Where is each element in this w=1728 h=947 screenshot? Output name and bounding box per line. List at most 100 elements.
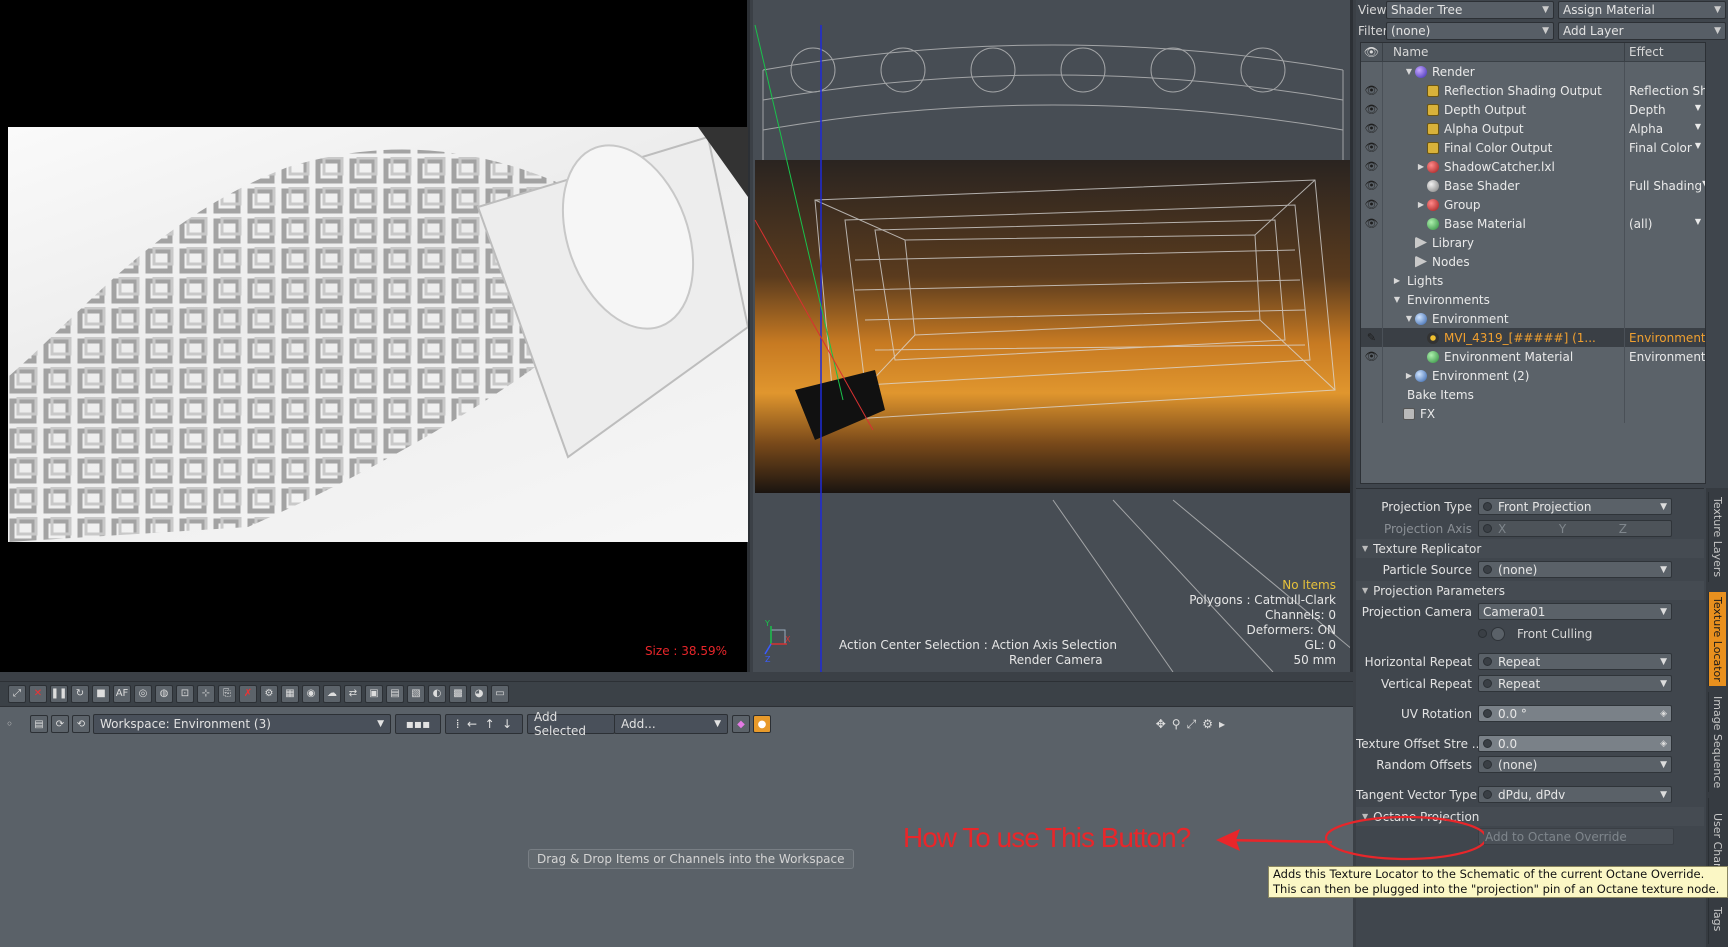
node-diamond-icon[interactable]: ◆: [732, 715, 750, 733]
animate-dot-icon[interactable]: [1483, 739, 1492, 748]
tree-row[interactable]: ▶ Environment (2): [1361, 366, 1705, 385]
tree-row[interactable]: 👁 Environment Material Environment Col...: [1361, 347, 1705, 366]
visibility-column-icon[interactable]: 👁: [1361, 43, 1383, 61]
tree-row[interactable]: 👁 Depth Output Depth ▼: [1361, 100, 1705, 119]
grid-icon[interactable]: ▦: [281, 684, 299, 703]
visibility-off-icon[interactable]: [1361, 309, 1383, 328]
pause-icon[interactable]: ❚❚: [50, 684, 68, 703]
tab-tags[interactable]: Tags: [1708, 894, 1726, 944]
pan-icon[interactable]: ✥: [1156, 717, 1166, 732]
horizontal-repeat-select[interactable]: Repeat ▼: [1478, 653, 1672, 670]
projection-axis-selector[interactable]: X Y Z: [1478, 520, 1672, 537]
animate-dot-icon[interactable]: [1483, 790, 1492, 799]
tree-row-effect[interactable]: Reflection Shadi ...▼: [1625, 84, 1705, 98]
add-layer-button[interactable]: Add Layer ▼: [1558, 22, 1726, 40]
twirl-down-icon[interactable]: ▼: [1403, 314, 1415, 323]
axis-y-option[interactable]: Y: [1559, 522, 1566, 536]
tree-row[interactable]: ▼ Environments: [1361, 290, 1705, 309]
clipboard-icon[interactable]: ▭: [491, 684, 509, 703]
projection-parameters-section[interactable]: ▼ Projection Parameters: [1356, 581, 1704, 600]
animate-dot-icon[interactable]: [1483, 709, 1492, 718]
projection-camera-select[interactable]: Camera01 ▼: [1478, 603, 1672, 620]
animate-dot-icon[interactable]: [1483, 524, 1492, 533]
assign-material-button[interactable]: Assign Material ▼: [1558, 1, 1726, 19]
add-selected-button[interactable]: Add Selected: [527, 710, 615, 738]
add-to-octane-override-button[interactable]: Add to Octane Override: [1478, 828, 1674, 845]
clear-icon[interactable]: ✗: [239, 684, 257, 703]
visibility-off-icon[interactable]: [1361, 385, 1383, 404]
node-circle-icon[interactable]: ●: [753, 715, 771, 733]
chevron-down-icon[interactable]: ▼: [1695, 103, 1701, 117]
animate-dot-icon[interactable]: [1483, 565, 1492, 574]
arrow-up-icon[interactable]: ↑: [485, 717, 495, 731]
twirl-right-icon[interactable]: ▶: [1391, 276, 1403, 285]
camera-icon[interactable]: ◎: [134, 684, 152, 703]
tree-row[interactable]: Nodes: [1361, 252, 1705, 271]
tree-row[interactable]: 👁 Reflection Shading Output Reflection Sha…: [1361, 81, 1705, 100]
workspace-select[interactable]: Workspace: Environment (3) ▼: [93, 714, 391, 734]
terminal-icon[interactable]: ▤: [386, 684, 404, 703]
globe-icon[interactable]: ◕: [470, 684, 488, 703]
tree-row[interactable]: ✎ MVI_4319_[#####] (1... Environment Col..…: [1361, 328, 1705, 347]
chevron-down-icon[interactable]: ▼: [1695, 122, 1701, 136]
checker-icon[interactable]: ▩: [449, 684, 467, 703]
random-offsets-select[interactable]: (none) ▼: [1478, 756, 1672, 773]
pick-icon[interactable]: ⊹: [197, 684, 215, 703]
axis-z-option[interactable]: Z: [1619, 522, 1627, 536]
twirl-right-icon[interactable]: ▶: [1415, 200, 1427, 209]
cloud-icon[interactable]: ☁: [323, 684, 341, 703]
twirl-right-icon[interactable]: ▶: [1415, 162, 1427, 171]
settings-icon[interactable]: ⚙: [260, 684, 278, 703]
twirl-down-icon[interactable]: ▼: [1391, 295, 1403, 304]
edit-brush-icon[interactable]: ✎: [1361, 328, 1383, 347]
slider-handle-icon[interactable]: ◈: [1660, 709, 1667, 719]
tangent-vector-select[interactable]: dPdu, dPdv ▼: [1478, 786, 1672, 803]
animate-dot-icon[interactable]: [1483, 679, 1492, 688]
sync-icon[interactable]: ⇄: [344, 684, 362, 703]
add-menu-select[interactable]: Add... ▼: [614, 714, 728, 734]
region-icon[interactable]: ⊡: [176, 684, 194, 703]
tree-row[interactable]: 👁 Base Material (all) ▼: [1361, 214, 1705, 233]
search-icon[interactable]: ⚲: [1172, 717, 1181, 732]
tree-row-effect[interactable]: Depth ▼: [1625, 103, 1705, 117]
refresh-icon[interactable]: ↻: [71, 684, 89, 703]
texture-replicator-section[interactable]: ▼ Texture Replicator: [1356, 539, 1704, 558]
tree-row[interactable]: 👁 Base Shader Full Shading▼: [1361, 176, 1705, 195]
visibility-off-icon[interactable]: [1361, 62, 1383, 81]
workspace-refresh-icon[interactable]: ⟳: [51, 715, 69, 733]
visibility-off-icon[interactable]: [1361, 271, 1383, 290]
tree-row[interactable]: 👁 ▶ ShadowCatcher.lxl: [1361, 157, 1705, 176]
slider-handle-icon[interactable]: ◈: [1660, 739, 1667, 749]
shader-tree[interactable]: 👁 Name Effect ▼ Render 👁 Reflection Shading…: [1360, 42, 1706, 484]
image-icon[interactable]: ▧: [407, 684, 425, 703]
material-icon[interactable]: ◐: [428, 684, 446, 703]
arrow-left-icon[interactable]: ←: [467, 717, 477, 731]
tree-row[interactable]: 👁 Alpha Output Alpha ▼: [1361, 119, 1705, 138]
tab-image-sequence[interactable]: Image Sequence: [1708, 692, 1726, 792]
uv-rotation-input[interactable]: 0.0 ° ◈: [1478, 705, 1672, 722]
fit-icon[interactable]: ⤢: [8, 684, 26, 703]
visibility-eye-icon[interactable]: 👁: [1361, 195, 1383, 214]
lens-icon[interactable]: ◉: [302, 684, 320, 703]
tab-texture-layers[interactable]: Texture Layers: [1708, 492, 1726, 582]
tree-row[interactable]: Bake Items: [1361, 385, 1705, 404]
chevron-down-icon[interactable]: ▼: [1695, 217, 1701, 231]
expand-icon[interactable]: ⤢: [1187, 717, 1197, 732]
layout-toggle-icon[interactable]: ▪▪▪: [395, 714, 441, 734]
workspace-sync-icon[interactable]: ⟲: [72, 715, 90, 733]
animate-dot-icon[interactable]: [1478, 629, 1487, 638]
tree-row-effect[interactable]: (all) ▼: [1625, 217, 1705, 231]
visibility-off-icon[interactable]: [1361, 233, 1383, 252]
tree-row[interactable]: ▼ Environment: [1361, 309, 1705, 328]
tab-texture-locator[interactable]: Texture Locator: [1708, 592, 1726, 686]
visibility-off-icon[interactable]: [1361, 252, 1383, 271]
chevron-down-icon[interactable]: ▼: [1702, 179, 1705, 193]
visibility-eye-icon[interactable]: 👁: [1361, 347, 1383, 366]
chevron-down-icon[interactable]: ▼: [1695, 141, 1701, 155]
visibility-eye-icon[interactable]: 👁: [1361, 138, 1383, 157]
tree-row[interactable]: 👁 ▶ Group: [1361, 195, 1705, 214]
animate-dot-icon[interactable]: [1483, 502, 1492, 511]
align-icon[interactable]: ⁞: [456, 717, 460, 731]
workspace-layout-icon[interactable]: ▤: [30, 715, 48, 733]
gear-icon[interactable]: ⚙: [1202, 717, 1213, 732]
